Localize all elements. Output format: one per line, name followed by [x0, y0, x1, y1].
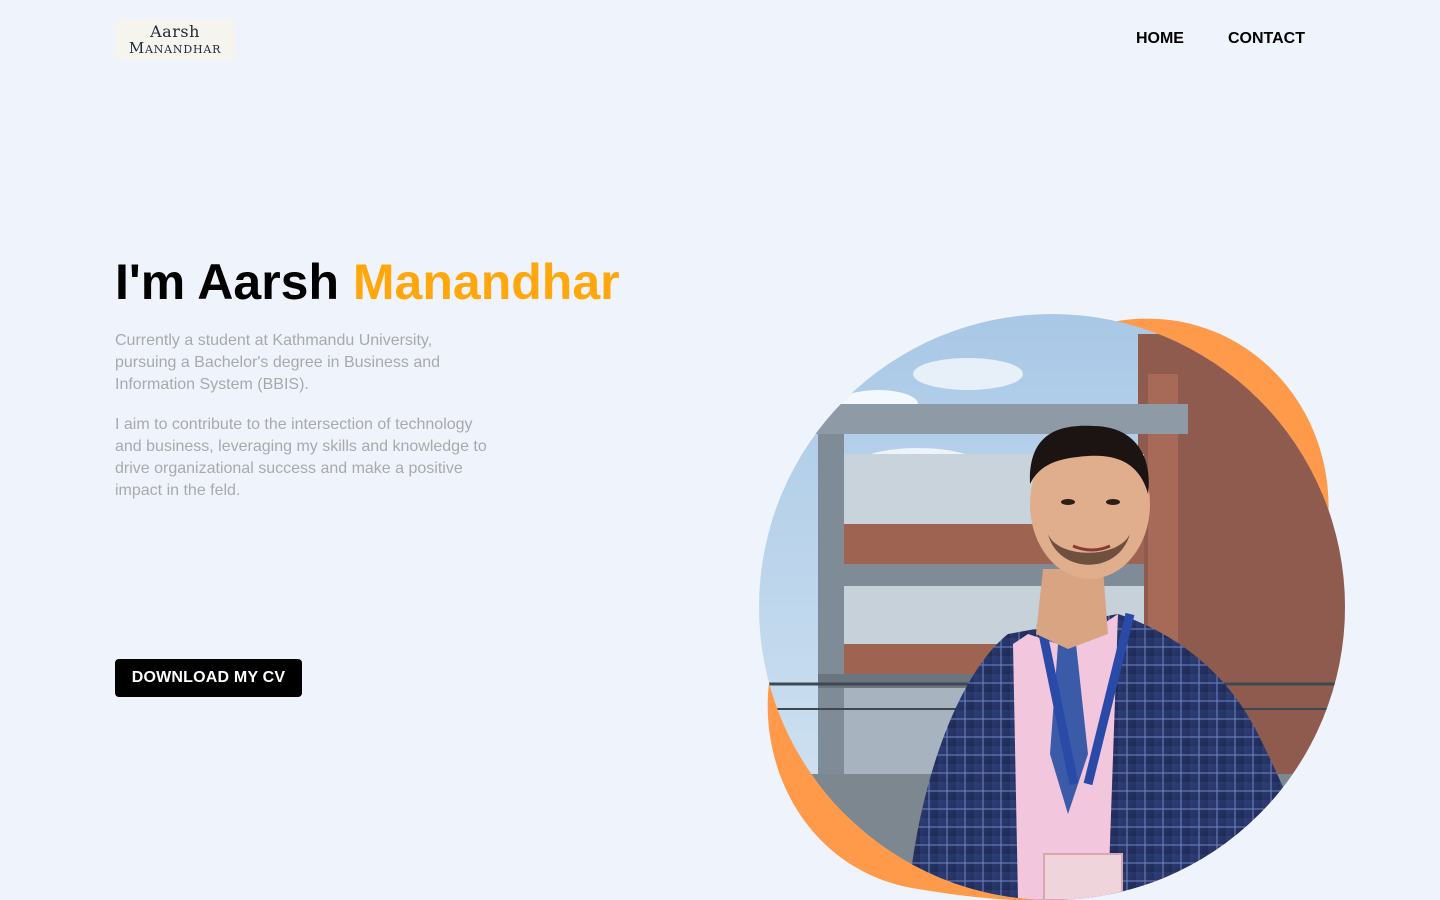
nav-contact-link[interactable]: CONTACT: [1228, 30, 1305, 48]
hero-description-goals: I aim to contribute to the intersection …: [115, 416, 487, 499]
profile-portrait: [759, 314, 1345, 900]
hero-title-accent: Manandhar: [352, 254, 620, 310]
hero-title-prefix: I'm Aarsh: [115, 254, 353, 310]
page: Aarsh Manandhar HOME CONTACT I'm Aarsh M…: [0, 0, 1440, 900]
hero-title: I'm Aarsh Manandhar: [115, 254, 620, 310]
nav-home-link[interactable]: HOME: [1136, 30, 1184, 48]
logo-last-name: Manandhar: [128, 38, 222, 57]
hero-description-education: Currently a student at Kathmandu Univers…: [115, 332, 441, 393]
download-cv-button[interactable]: DOWNLOAD MY CV: [115, 659, 302, 697]
logo-first-name: Aarsh: [150, 21, 200, 41]
profile-photo: [759, 314, 1345, 900]
site-logo[interactable]: Aarsh Manandhar: [115, 19, 235, 60]
main-nav: HOME CONTACT: [1136, 30, 1305, 48]
